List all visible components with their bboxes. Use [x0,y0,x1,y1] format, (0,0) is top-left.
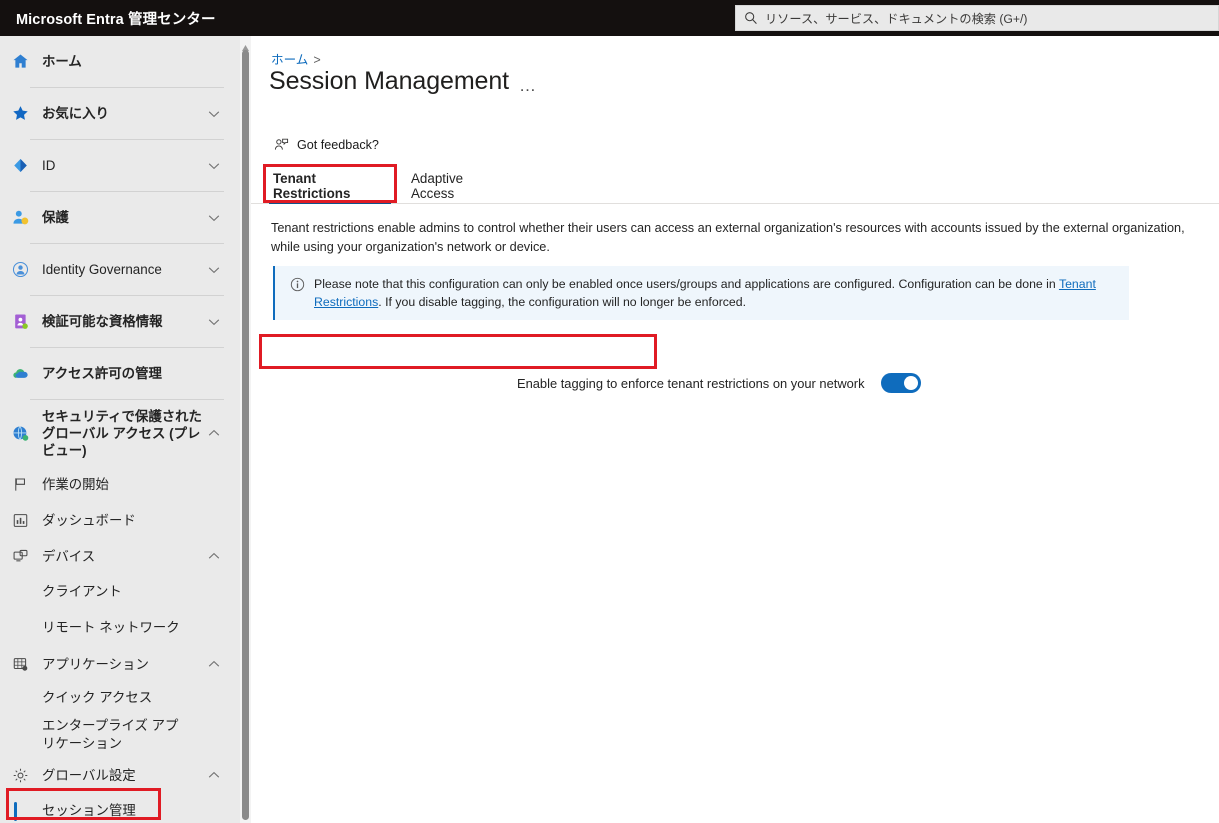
left-navigation-sidebar: ホーム お気に入り ID 保護 Identity Governance 検証可能… [0,36,240,823]
enable-tagging-toggle[interactable] [880,373,921,393]
sidebar-item-global-settings[interactable]: グローバル設定 [0,757,240,793]
chevron-down-icon[interactable] [206,314,222,330]
breadcrumb: ホーム > [271,49,321,68]
sidebar-item-home[interactable]: ホーム [0,36,240,87]
sidebar-item-applications[interactable]: アプリケーション [0,646,240,682]
sidebar-item-label: Identity Governance [42,262,162,277]
tab-tenant-restrictions[interactable]: Tenant Restrictions [269,167,391,204]
top-header-bar: Microsoft Entra 管理センター リソース、サービス、ドキュメントの… [0,0,1219,36]
sidebar-item-permissions-management[interactable]: アクセス許可の管理 [0,348,240,399]
toggle-knob [903,376,918,390]
protection-person-shield-icon [9,207,31,229]
verifiable-credentials-icon [9,311,31,333]
home-icon [9,51,31,73]
sidebar-item-label: グローバル設定 [42,767,136,783]
sidebar-item-favorites[interactable]: お気に入り [0,88,240,139]
chevron-down-icon[interactable] [206,262,222,278]
enable-tagging-label: Enable tagging to enforce tenant restric… [517,375,865,391]
sidebar-item-id[interactable]: ID [0,140,240,191]
sidebar-item-label: 検証可能な資格情報 [42,314,163,329]
sidebar-item-get-started[interactable]: 作業の開始 [0,466,240,502]
sidebar-item-label: クライアント [42,584,122,599]
scrollbar-thumb[interactable] [242,50,249,820]
info-text-after: . If you disable tagging, the configurat… [378,295,747,309]
sidebar-item-label: ID [42,158,56,173]
sidebar-item-verifiable-credentials[interactable]: 検証可能な資格情報 [0,296,240,347]
page-title: Session Management [269,67,510,95]
enable-tagging-row: Enable tagging to enforce tenant restric… [517,373,921,393]
identity-governance-icon [9,259,31,281]
sidebar-item-quick-access[interactable]: クイック アクセス [0,682,240,713]
flag-icon [9,473,31,495]
sidebar-item-enterprise-applications[interactable]: エンタープライズ アプリケーション [0,713,240,757]
sidebar-item-label: 作業の開始 [42,476,109,492]
sidebar-item-label: お気に入り [42,106,109,121]
search-icon [744,11,758,25]
sidebar-item-session-management[interactable]: セッション管理 [0,793,240,823]
devices-icon [9,545,31,567]
sidebar-item-identity-governance[interactable]: Identity Governance [0,244,240,295]
app-root: Microsoft Entra 管理センター リソース、サービス、ドキュメントの… [0,0,1219,823]
scroll-up-arrow-icon[interactable] [241,39,250,51]
chevron-down-icon[interactable] [206,158,222,174]
sidebar-item-label: クイック アクセス [42,689,153,705]
global-secure-access-globe-icon [9,422,31,444]
tab-label: Adaptive Access [411,170,464,201]
main-content-area: ホーム > Session Management … Got feedback? … [251,36,1219,823]
sidebar-scrollbar[interactable] [240,36,251,823]
permissions-cloud-icon [9,363,31,385]
breadcrumb-separator: > [313,53,321,67]
chevron-down-icon[interactable] [206,106,222,122]
sidebar-item-label: アクセス許可の管理 [42,366,162,381]
sidebar-item-devices[interactable]: デバイス [0,538,240,574]
tenant-restrictions-description: Tenant restrictions enable admins to con… [271,221,1185,254]
sidebar-item-label: セキュリティで保護されたグローバル アクセス (プレビュー) [42,408,202,458]
info-text-before: Please note that this configuration can … [314,277,1059,291]
brand-title: Microsoft Entra 管理センター [16,11,216,28]
sidebar-item-label: リモート ネットワーク [42,620,180,635]
sidebar-item-label: アプリケーション [42,656,149,672]
chevron-up-icon[interactable] [206,656,222,672]
search-placeholder-text: リソース、サービス、ドキュメントの検索 (G+/) [765,12,1028,26]
star-icon [9,103,31,125]
got-feedback-button[interactable]: Got feedback? [274,137,379,152]
info-banner-text: Please note that this configuration can … [314,275,1119,311]
got-feedback-label: Got feedback? [297,137,379,152]
sidebar-item-global-secure-access[interactable]: セキュリティで保護されたグローバル アクセス (プレビュー) [0,400,240,466]
dashboard-chart-icon [9,509,31,531]
sidebar-item-label: 保護 [42,210,69,225]
id-diamond-icon [9,155,31,177]
sidebar-item-label: ダッシュボード [42,512,136,528]
tab-strip: Tenant Restrictions Adaptive Access [251,167,1219,204]
sidebar-item-label: セッション管理 [42,803,136,818]
global-search-box[interactable]: リソース、サービス、ドキュメントの検索 (G+/) [735,5,1219,31]
sidebar-item-label: エンタープライズ アプリケーション [42,718,179,751]
chevron-up-icon[interactable] [206,425,222,441]
selected-indicator-bar [14,801,17,821]
breadcrumb-home-link[interactable]: ホーム [271,53,308,67]
sidebar-item-dashboard[interactable]: ダッシュボード [0,502,240,538]
chevron-up-icon[interactable] [206,767,222,783]
chevron-up-icon[interactable] [206,548,222,564]
sidebar-item-label: デバイス [42,548,96,564]
feedback-person-icon [274,137,289,152]
tab-adaptive-access[interactable]: Adaptive Access [407,167,511,204]
applications-grid-icon [9,653,31,675]
tab-label: Tenant Restrictions [273,170,351,201]
sidebar-item-remote-networks[interactable]: リモート ネットワーク [0,610,240,646]
sidebar-item-clients[interactable]: クライアント [0,574,240,610]
gear-icon [9,764,31,786]
chevron-down-icon[interactable] [206,210,222,226]
sidebar-item-label: ホーム [42,54,82,69]
sidebar-item-protection[interactable]: 保護 [0,192,240,243]
page-more-options-button[interactable]: … [519,76,537,96]
info-circle-icon [290,277,305,292]
info-banner: Please note that this configuration can … [273,266,1129,320]
